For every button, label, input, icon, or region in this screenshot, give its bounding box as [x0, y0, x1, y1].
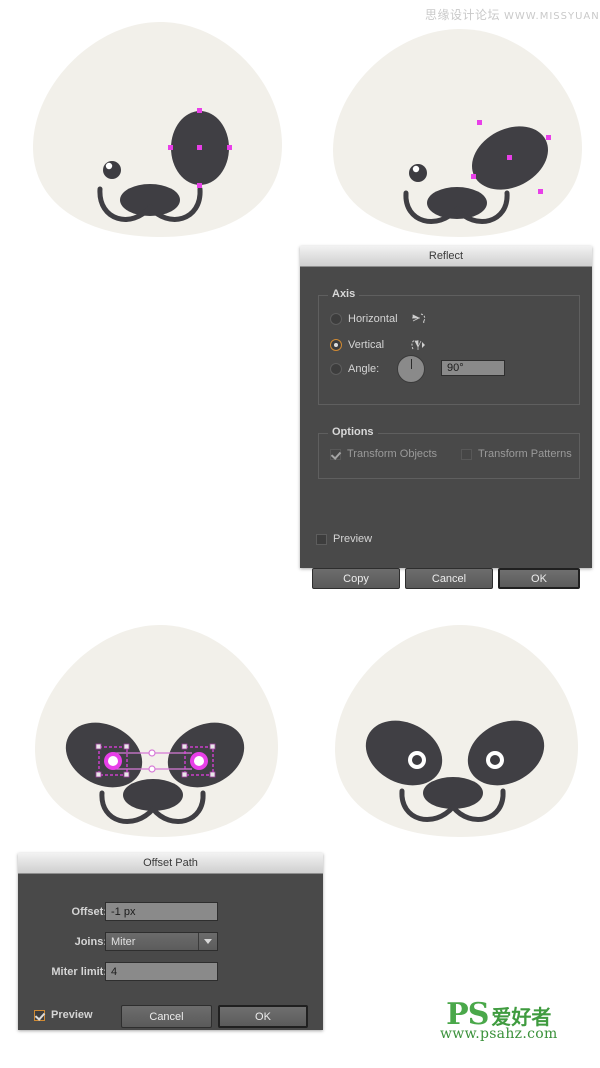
transform-objects-checkbox[interactable] [330, 448, 341, 460]
offset-preview-label: Preview [51, 1009, 93, 1021]
horizontal-label: Horizontal [348, 313, 398, 325]
miter-limit-input[interactable]: 4 [105, 962, 218, 981]
joins-select[interactable]: Miter [105, 932, 218, 951]
angle-radio[interactable] [330, 363, 342, 375]
ps-logo-url: www.psahz.com [440, 1026, 558, 1042]
offset-ok-button-label: OK [255, 1010, 271, 1023]
miter-limit-field-label: Miter limit: [51, 966, 107, 978]
reflect-dialog-titlebar[interactable]: Reflect [300, 246, 592, 267]
reflect-vertical-icon [411, 339, 426, 350]
offset-preview-option[interactable]: Preview [34, 1009, 93, 1021]
transform-objects-option[interactable]: Transform Objects [330, 448, 437, 460]
axis-group-label: Axis [328, 288, 360, 300]
panda-nose [427, 187, 487, 219]
reflect-dialog-title: Reflect [428, 250, 464, 262]
offset-cancel-button-label: Cancel [149, 1010, 184, 1023]
vertical-radio[interactable] [330, 339, 342, 351]
eye-highlight-left [412, 165, 420, 173]
transform-patterns-label: Transform Patterns [478, 448, 572, 460]
offset-path-dialog-titlebar[interactable]: Offset Path [18, 853, 323, 874]
panda-step-2 [333, 29, 582, 237]
offset-ok-button[interactable]: OK [218, 1005, 308, 1028]
ok-button[interactable]: OK [498, 568, 580, 589]
copy-button[interactable]: Copy [312, 568, 400, 589]
selection-handle-top-mid [148, 749, 156, 757]
preview-label: Preview [333, 533, 373, 545]
axis-group: Axis Horizontal Vertical Angle: 90° [318, 288, 580, 405]
chevron-down-icon[interactable] [198, 933, 217, 950]
preview-checkbox[interactable] [316, 533, 327, 545]
cancel-button-label: Cancel [431, 572, 467, 585]
reflect-dialog: Reflect Axis Horizontal Vertical Angle: … [300, 246, 592, 589]
panda-nose [120, 184, 180, 216]
eye-dot-left [103, 161, 121, 179]
watermark-bottom: PS 爱好者 www.psahz.com [440, 1000, 558, 1043]
angle-input-value: 90° [447, 362, 464, 374]
eye-highlight-left [105, 162, 113, 170]
joins-select-value: Miter [111, 935, 136, 948]
offset-field-label: Offset: [71, 906, 107, 918]
angle-dial-icon[interactable] [397, 355, 425, 383]
ok-button-label: OK [531, 572, 547, 585]
vertical-label: Vertical [348, 339, 385, 351]
preview-option[interactable]: Preview [316, 533, 372, 545]
panda-nose [123, 779, 183, 811]
panda-step-1 [33, 22, 282, 237]
offset-path-dialog-title: Offset Path [143, 857, 198, 869]
offset-input[interactable]: -1 px [105, 902, 218, 921]
axis-option-vertical[interactable]: Vertical [330, 337, 427, 353]
cancel-button[interactable]: Cancel [405, 568, 493, 589]
panda-step-3 [35, 625, 278, 837]
reflect-horizontal-icon [411, 313, 425, 323]
copy-button-label: Copy [343, 572, 369, 585]
offset-cancel-button[interactable]: Cancel [121, 1005, 212, 1028]
miter-limit-input-value: 4 [111, 965, 118, 978]
transform-objects-label: Transform Objects [347, 448, 438, 460]
panda-step-4 [335, 625, 578, 837]
offset-path-dialog: Offset Path Offset: -1 px Joins: Miter M… [18, 853, 323, 1030]
pupil-left-inner [412, 755, 422, 765]
selection-handle-bottom-mid [148, 765, 156, 773]
axis-option-angle[interactable]: Angle: [330, 363, 379, 375]
options-group-label: Options [328, 426, 378, 438]
transform-patterns-option[interactable]: Transform Patterns [461, 448, 572, 460]
reflect-dialog-body: Axis Horizontal Vertical Angle: 90° Opti… [300, 288, 592, 589]
axis-option-horizontal[interactable]: Horizontal [330, 311, 428, 327]
joins-field-label: Joins: [74, 936, 107, 948]
offset-preview-checkbox[interactable] [34, 1009, 45, 1021]
panda-nose [423, 777, 483, 809]
transform-patterns-checkbox[interactable] [461, 448, 472, 460]
offset-input-value: -1 px [111, 905, 136, 918]
pupil-right-inner [490, 755, 500, 765]
options-group: Options Transform Objects Transform Patt… [318, 426, 580, 479]
angle-label: Angle: [348, 363, 380, 375]
horizontal-radio[interactable] [330, 313, 342, 325]
angle-input[interactable]: 90° [441, 360, 505, 376]
